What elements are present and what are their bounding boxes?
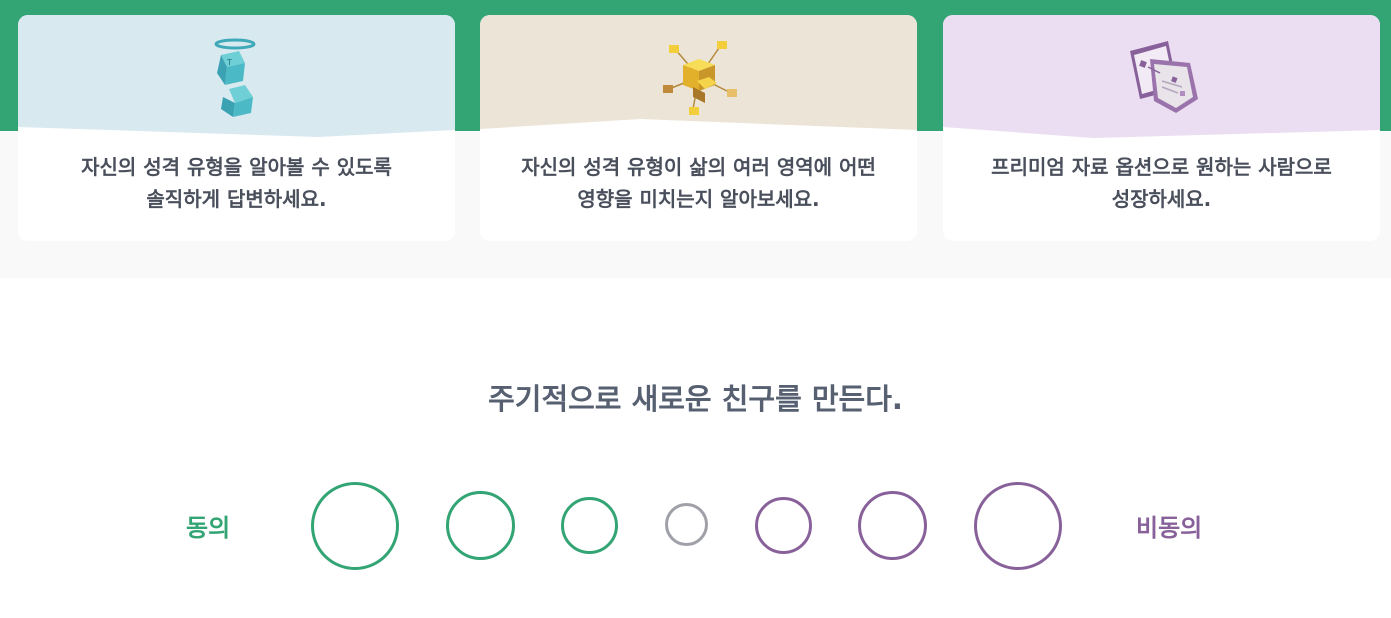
card-text: 자신의 성격 유형이 삶의 여러 영역에 어떤 영향을 미치는지 알아보세요. xyxy=(480,151,917,215)
option-neutral[interactable] xyxy=(665,503,708,546)
option-slightly-disagree[interactable] xyxy=(755,497,812,554)
tip-card-life-areas: 자신의 성격 유형이 삶의 여러 영역에 어떤 영향을 미치는지 알아보세요. xyxy=(480,15,917,241)
option-slightly-agree[interactable] xyxy=(561,497,618,554)
question-text: 주기적으로 새로운 친구를 만든다. xyxy=(488,382,903,416)
card-text-line2: 성장하세요. xyxy=(1111,187,1212,211)
disagree-label: 비동의 xyxy=(1136,514,1203,542)
purple-documents-icon xyxy=(1129,41,1198,113)
card-illustration-area: T xyxy=(18,15,455,139)
card-text-line1: 자신의 성격 유형이 삶의 여러 영역에 어떤 xyxy=(521,155,876,179)
teal-cubes-halo-icon: T xyxy=(214,38,255,117)
card-illustration-area xyxy=(943,15,1380,139)
agree-label: 동의 xyxy=(186,514,231,542)
card-illustration-area xyxy=(480,15,917,139)
card-text-line1: 자신의 성격 유형을 알아볼 수 있도록 xyxy=(81,155,392,179)
gold-cubes-network-icon xyxy=(662,41,737,115)
option-strongly-disagree[interactable] xyxy=(974,482,1062,570)
svg-text:T: T xyxy=(226,58,232,67)
card-text-line1: 프리미엄 자료 옵션으로 원하는 사람으로 xyxy=(991,155,1332,179)
option-disagree[interactable] xyxy=(858,491,927,560)
option-strongly-agree[interactable] xyxy=(311,482,399,570)
option-agree[interactable] xyxy=(446,491,515,560)
card-text: 자신의 성격 유형을 알아볼 수 있도록 솔직하게 답변하세요. xyxy=(18,151,455,215)
card-text-line2: 솔직하게 답변하세요. xyxy=(146,187,327,211)
card-text-line2: 영향을 미치는지 알아보세요. xyxy=(577,187,820,211)
tip-card-honest: T 자신의 성격 유형을 알아볼 수 있도록 솔직하게 답변하세요. xyxy=(18,15,455,241)
tip-card-premium: 프리미엄 자료 옵션으로 원하는 사람으로 성장하세요. xyxy=(943,15,1380,241)
card-text: 프리미엄 자료 옵션으로 원하는 사람으로 성장하세요. xyxy=(943,151,1380,215)
